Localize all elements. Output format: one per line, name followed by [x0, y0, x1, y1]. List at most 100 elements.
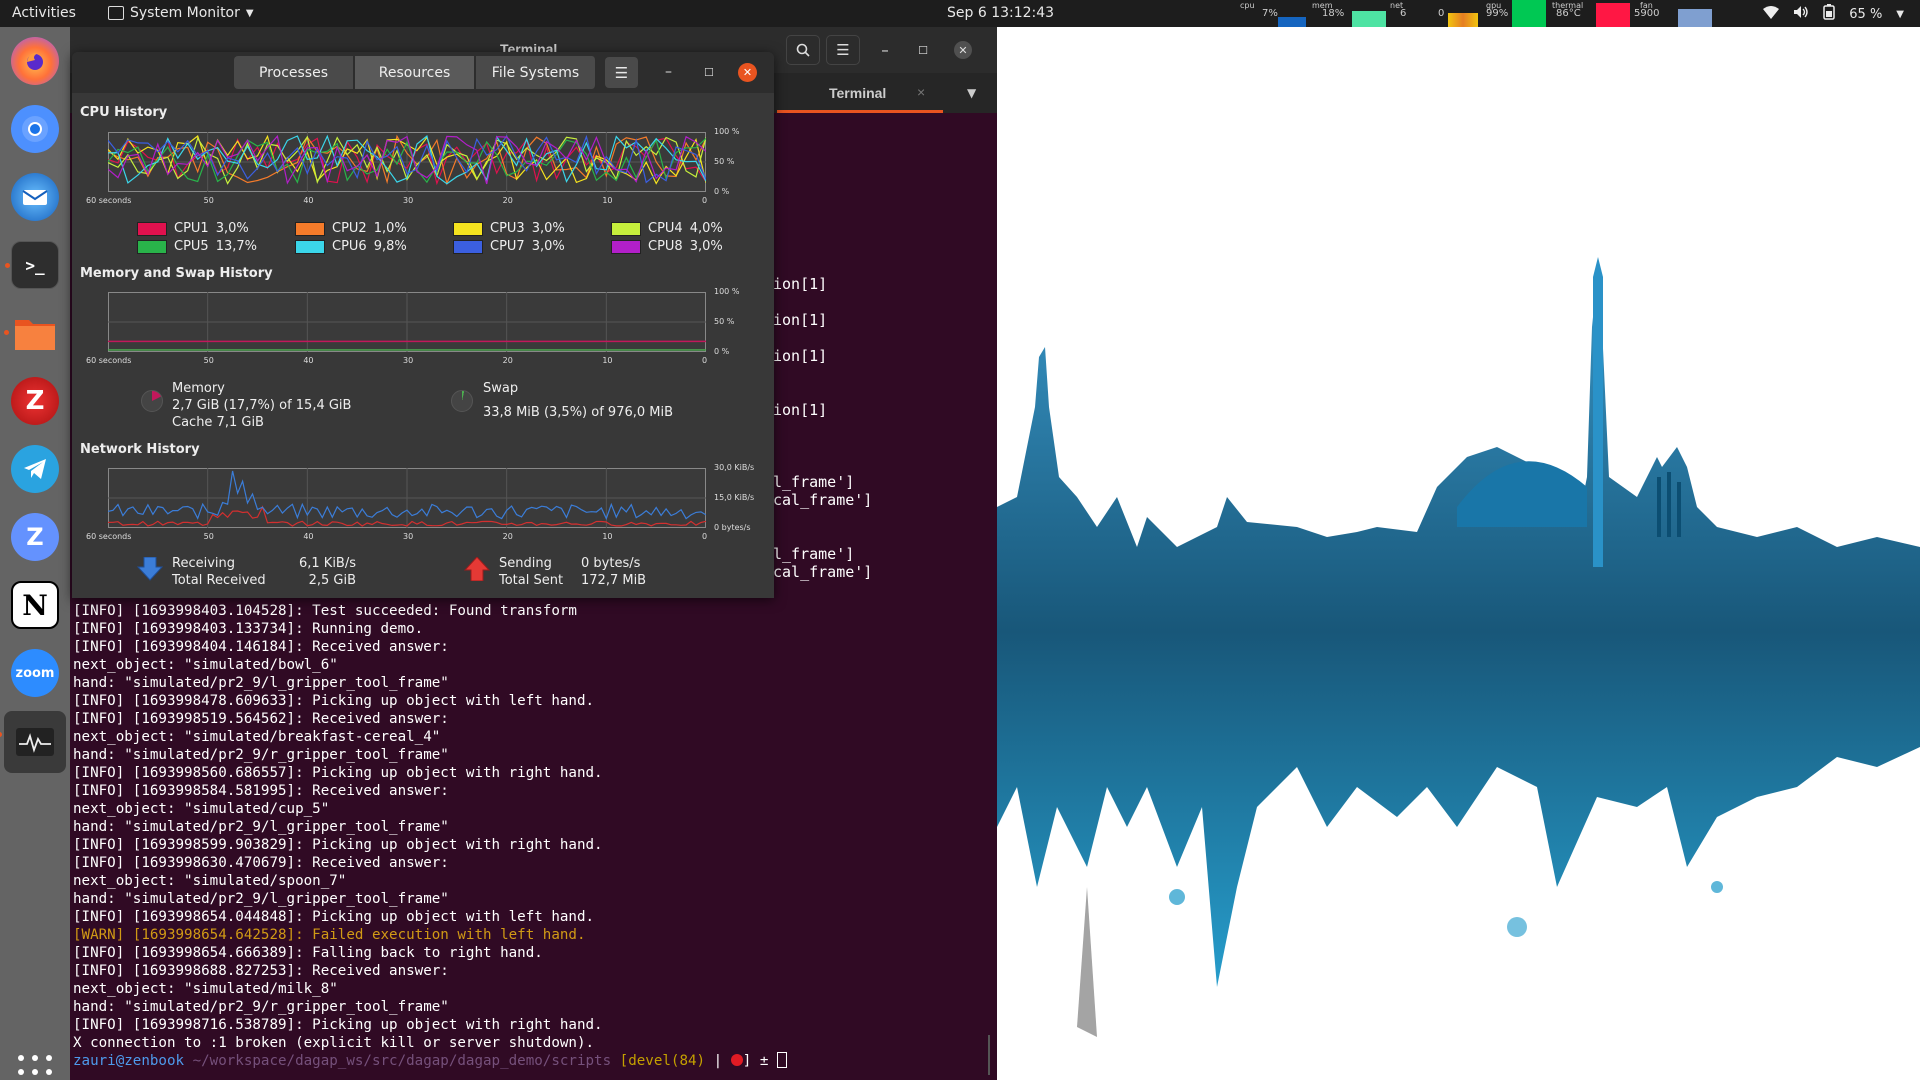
dock-zoom[interactable]: zoom: [11, 649, 59, 697]
tab-list-chevron-icon[interactable]: ▼: [967, 86, 976, 100]
cpu-value: 3,0%: [689, 239, 723, 254]
x-tick-label: 20: [502, 356, 513, 365]
cpu-legend-item: CPU2 1,0%: [295, 221, 407, 236]
cpu-color-swatch[interactable]: [611, 221, 641, 236]
tab-resources[interactable]: Resources: [355, 56, 475, 89]
x-tick-label: 0: [702, 196, 708, 205]
terminal-line: [INFO] [1693998654.666389]: Falling back…: [73, 945, 543, 961]
git-status-dot-icon: [730, 1054, 743, 1066]
terminal-line: hand: "simulated/pr2_9/r_gripper_tool_fr…: [73, 999, 449, 1015]
close-icon: ✕: [954, 41, 972, 59]
cpu-color-swatch[interactable]: [295, 221, 325, 236]
swap-label: Swap: [483, 381, 519, 396]
cpu-color-swatch[interactable]: [137, 221, 167, 236]
cpu-history-graph: 60 seconds 50 40 30 20 10 0 100 % 50 % 0 %: [86, 127, 739, 210]
cpu-color-swatch[interactable]: [137, 239, 167, 254]
terminal-icon: >_: [25, 255, 45, 275]
cpu-label: CPU3: [490, 221, 525, 236]
terminal-close-button[interactable]: ✕: [946, 35, 980, 65]
terminal-scrollbar[interactable]: [988, 1035, 990, 1075]
x-tick-label: 60 seconds: [86, 196, 132, 205]
activities-button[interactable]: Activities: [12, 5, 76, 21]
tab-terminal[interactable]: Terminal ×: [777, 73, 943, 113]
x-tick-label: 40: [303, 532, 314, 541]
x-tick-label: 10: [602, 532, 613, 541]
swap-info: Swap 33,8 MiB (3,5%) of 976,0 MiB: [483, 380, 673, 421]
dock-zotero[interactable]: Z: [11, 377, 59, 425]
dock-firefox[interactable]: [11, 37, 59, 85]
dock-telegram[interactable]: [11, 445, 59, 493]
thermal-monitor-value: 86°C: [1556, 8, 1581, 19]
sending-value: 0 bytes/s: [581, 556, 641, 571]
cpu-value: 13,7%: [215, 239, 258, 254]
memory-info: Memory 2,7 GiB (17,7%) of 15,4 GiB Cache…: [172, 380, 351, 431]
cpu-legend-item: CPU8 3,0%: [611, 239, 723, 254]
dock-notion[interactable]: N: [11, 581, 59, 629]
wifi-icon: [1763, 5, 1780, 23]
system-monitor-icon: [108, 6, 124, 20]
terminal-prompt[interactable]: zauri@zenbook ~/workspace/dagap_ws/src/d…: [73, 1052, 787, 1069]
memory-value: 2,7 GiB (17,7%) of 15,4 GiB: [172, 398, 352, 413]
system-monitor-headerbar[interactable]: Processes Resources File Systems ☰ – ☐ ✕: [72, 52, 774, 93]
terminal-output[interactable]: [INFO] [1693998403.104528]: Test succeed…: [73, 602, 603, 1052]
cpu-label: CPU7: [490, 239, 525, 254]
total-received-label: Total Received: [172, 573, 266, 588]
app-menu-label: System Monitor: [130, 5, 240, 21]
dock-files[interactable]: [4, 309, 59, 357]
network-history-plot: [108, 468, 706, 528]
receiving-values: 6,1 KiB/s 2,5 GiB: [286, 555, 356, 589]
minimize-button[interactable]: –: [665, 64, 672, 80]
dock-system-monitor[interactable]: [0, 711, 66, 773]
volume-icon: [1793, 5, 1809, 23]
gpu-monitor-graph: [1512, 0, 1546, 27]
dock-terminal[interactable]: >_: [5, 241, 59, 289]
terminal-line: [INFO] [1693998560.686557]: Picking up o…: [73, 765, 603, 781]
sending-label: Sending: [499, 556, 552, 571]
swap-pie-icon: [451, 390, 473, 412]
app-menu[interactable]: System Monitor ▼: [108, 5, 254, 21]
terminal-line: hand: "simulated/pr2_9/r_gripper_tool_fr…: [73, 747, 449, 763]
cpu-color-swatch[interactable]: [295, 239, 325, 254]
total-sent-label: Total Sent: [499, 573, 564, 588]
close-button[interactable]: ✕: [738, 63, 757, 82]
x-tick-label: 40: [303, 356, 314, 365]
prompt-user: zauri@zenbook: [73, 1053, 185, 1069]
cpu-color-swatch[interactable]: [453, 239, 483, 254]
show-applications-button[interactable]: [18, 1055, 52, 1080]
terminal-minimize-button[interactable]: –: [868, 35, 902, 65]
cpu-label: CPU6: [332, 239, 367, 254]
tab-close-icon[interactable]: ×: [917, 84, 925, 100]
fan-monitor-graph: [1678, 9, 1712, 27]
prompt-path: ~/workspace/dagap_ws/src/dagap/dagap_dem…: [184, 1053, 612, 1069]
cpu-value: 4,0%: [689, 221, 723, 236]
cpu-monitor-value: 7%: [1262, 8, 1278, 19]
dock-zulip[interactable]: Z: [11, 513, 59, 561]
dock-thunderbird[interactable]: [11, 173, 59, 221]
cpu-value: 3,0%: [531, 221, 565, 236]
cpu-value: 9,8%: [373, 239, 407, 254]
cpu-color-swatch[interactable]: [611, 239, 641, 254]
maximize-button[interactable]: ☐: [704, 66, 714, 79]
system-monitor-menu-button[interactable]: ☰: [605, 57, 638, 88]
network-history-title: Network History: [80, 442, 200, 457]
x-tick-label: 30: [403, 196, 414, 205]
cpu-legend-item: CPU7 3,0%: [453, 239, 565, 254]
chevron-down-icon: ▼: [245, 7, 254, 19]
terminal-search-button[interactable]: [786, 35, 820, 65]
system-monitor-window[interactable]: Processes Resources File Systems ☰ – ☐ ✕…: [72, 52, 774, 598]
terminal-line: next_object: "simulated/bowl_6": [73, 657, 338, 673]
system-tray[interactable]: 65 % ▼: [1763, 4, 1904, 24]
terminal-line: ion[1]: [773, 401, 828, 419]
terminal-maximize-button[interactable]: ☐: [906, 35, 940, 65]
tab-processes[interactable]: Processes: [234, 56, 354, 89]
tab-file-systems[interactable]: File Systems: [476, 56, 596, 89]
zulip-icon: Z: [26, 523, 44, 551]
terminal-menu-button[interactable]: ☰: [826, 35, 860, 65]
mem-monitor-graph: [1352, 11, 1386, 27]
clock[interactable]: Sep 6 13:12:43: [947, 5, 1054, 21]
dock: >_ Z Z N zoom: [0, 27, 70, 1080]
text-cursor: [776, 1052, 787, 1068]
zoom-icon: zoom: [15, 665, 55, 681]
cpu-color-swatch[interactable]: [453, 221, 483, 236]
dock-chromium[interactable]: [11, 105, 59, 153]
